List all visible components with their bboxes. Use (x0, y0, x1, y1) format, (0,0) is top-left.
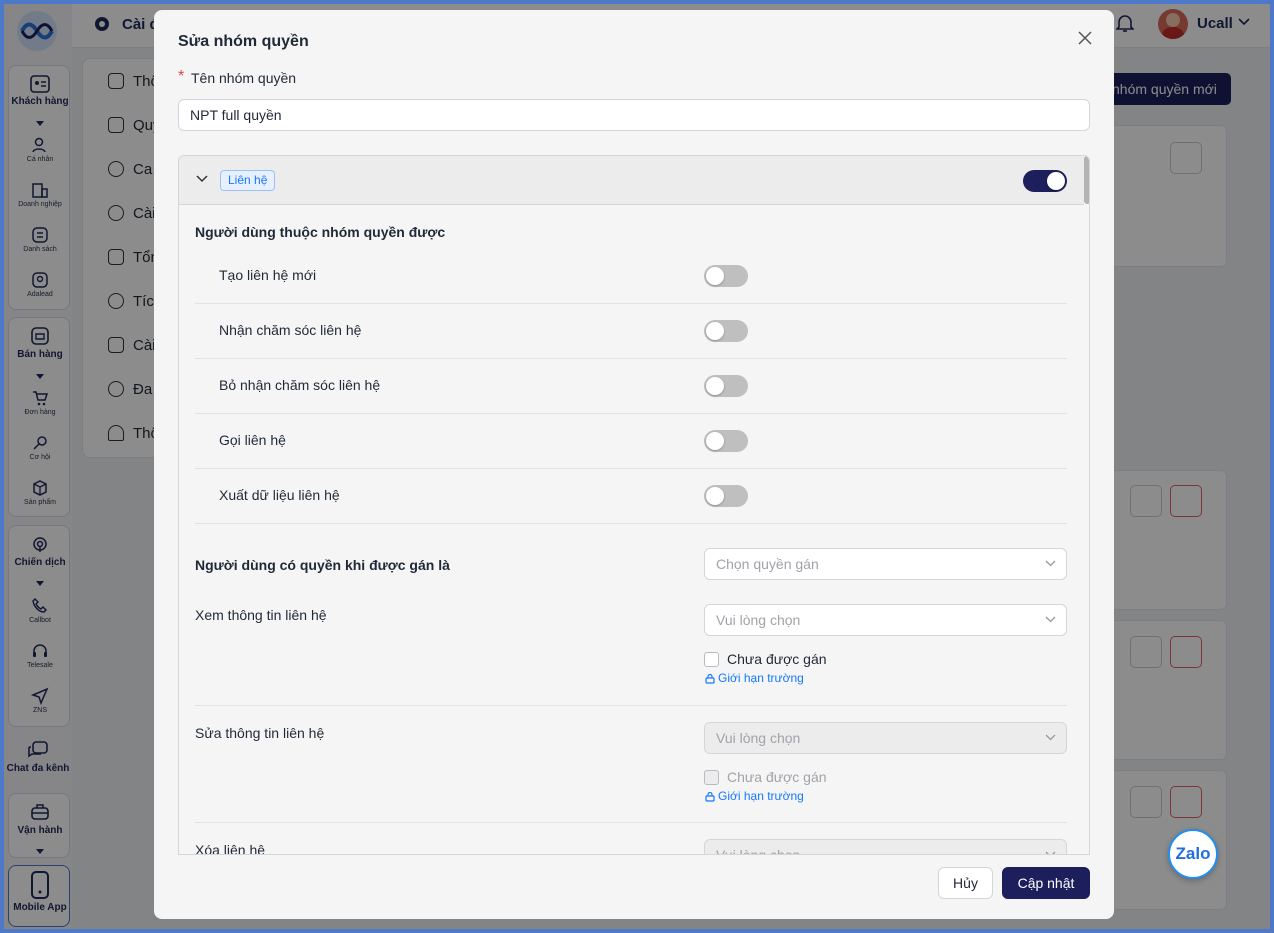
permission-row: Nhận chăm sóc liên hệ (195, 304, 1067, 359)
delete-contact-select[interactable]: Vui lòng chọn (704, 839, 1067, 854)
divider (195, 822, 1067, 823)
field-limit-link[interactable]: Giới hạn trường (705, 789, 804, 803)
chevron-down-icon[interactable] (196, 175, 208, 183)
chevron-down-icon (1045, 734, 1056, 741)
modal-title: Sửa nhóm quyền (178, 33, 309, 50)
assigned-heading: Người dùng có quyền khi được gán là (195, 557, 450, 573)
divider (195, 705, 1067, 706)
section-toggle[interactable] (1023, 170, 1067, 192)
section-tag: Liên hệ (220, 170, 276, 191)
unassigned-checkbox[interactable]: Chưa được gán (704, 651, 827, 667)
group-heading: Người dùng thuộc nhóm quyền được (195, 224, 446, 240)
group-name-input[interactable]: NPT full quyền (178, 99, 1090, 131)
edit-contact-select[interactable]: Vui lòng chọn (704, 722, 1067, 754)
panel-header[interactable]: Liên hệ (179, 156, 1084, 205)
zalo-chat-button[interactable]: Zalo (1168, 829, 1218, 879)
cancel-button[interactable]: Hủy (938, 867, 993, 899)
permission-row: Bỏ nhận chăm sóc liên hệ (195, 359, 1067, 414)
scrollbar[interactable] (1084, 156, 1089, 204)
permission-row: Xuất dữ liệu liên hệ (195, 469, 1067, 524)
update-button[interactable]: Cập nhật (1002, 867, 1090, 899)
view-contact-select[interactable]: Vui lòng chọn (704, 604, 1067, 636)
permission-toggle[interactable] (704, 485, 748, 507)
contact-permission-panel: Liên hệ Người dùng thuộc nhóm quyền được… (178, 155, 1090, 855)
chevron-down-icon (1045, 560, 1056, 567)
permission-toggle[interactable] (704, 320, 748, 342)
delete-contact-label: Xóa liên hệ (195, 842, 266, 855)
close-icon[interactable] (1078, 31, 1092, 45)
chevron-down-icon (1045, 851, 1056, 854)
permission-toggle[interactable] (704, 430, 748, 452)
permission-toggle[interactable] (704, 265, 748, 287)
group-name-label: Tên nhóm quyền (191, 70, 297, 86)
assign-role-select[interactable]: Chọn quyền gán (704, 548, 1067, 580)
edit-permission-group-modal: Sửa nhóm quyền * Tên nhóm quyền NPT full… (154, 10, 1114, 919)
lock-icon (705, 791, 715, 802)
permission-row: Tạo liên hệ mới (195, 249, 1067, 304)
unassigned-checkbox[interactable]: Chưa được gán (704, 769, 827, 785)
field-limit-link[interactable]: Giới hạn trường (705, 671, 804, 685)
required-mark: * (178, 68, 185, 85)
permission-toggle[interactable] (704, 375, 748, 397)
lock-icon (705, 673, 715, 684)
edit-contact-label: Sửa thông tin liên hệ (195, 725, 325, 741)
view-contact-label: Xem thông tin liên hệ (195, 607, 327, 623)
chevron-down-icon (1045, 616, 1056, 623)
permission-row: Gọi liên hệ (195, 414, 1067, 469)
